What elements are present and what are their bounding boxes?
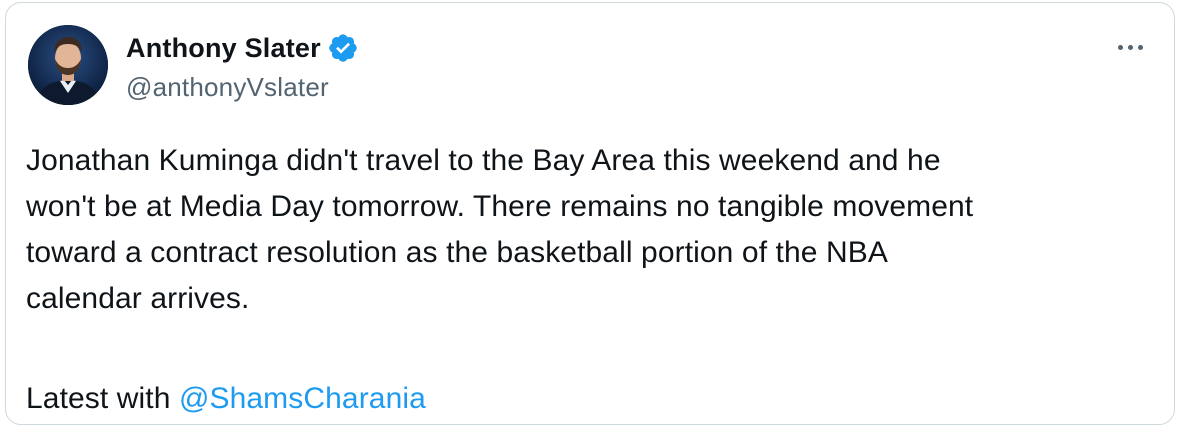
avatar-image [28,25,108,105]
author-display-name[interactable]: Anthony Slater [126,30,321,66]
verified-badge-icon [327,32,359,64]
latest-prefix-text: Latest with [26,382,179,415]
tweet-card: Anthony Slater @anthonyVslater Jonathan … [5,2,1175,425]
more-horizontal-icon-dot [1137,44,1143,50]
tweet-text: Jonathan Kuminga didn't travel to the Ba… [26,144,974,315]
more-horizontal-icon-dot [1127,44,1133,50]
more-horizontal-icon [1117,44,1123,50]
avatar[interactable] [28,25,108,105]
mention-link[interactable]: @ShamsCharania [179,382,426,415]
author-handle[interactable]: @anthonyVslater [126,69,329,105]
author-name-row: Anthony Slater [126,30,359,66]
more-options-button[interactable] [1110,33,1150,61]
tweet-latest-line: Latest with @ShamsCharania [26,376,426,422]
